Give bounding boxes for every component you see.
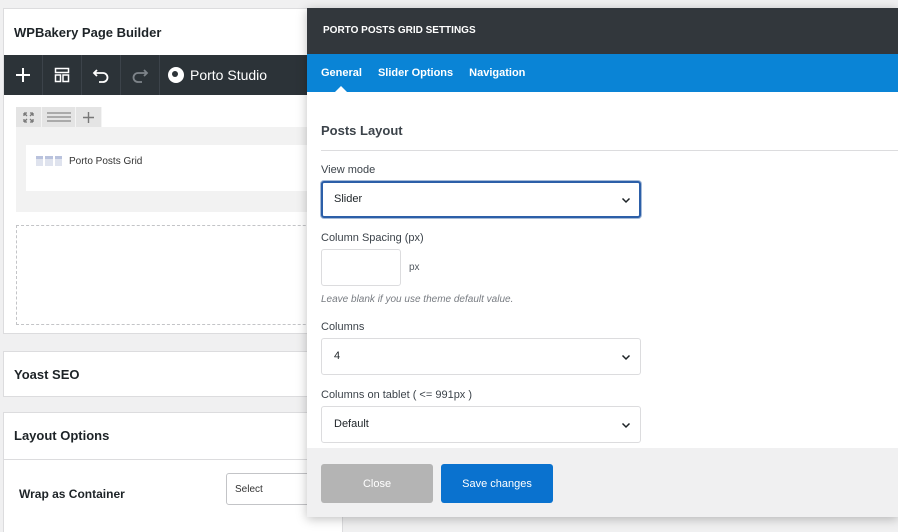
plus-icon: [83, 111, 94, 123]
layout-options-panel: Layout Options Wrap as Container Select: [3, 412, 346, 532]
divider: [321, 150, 898, 151]
modal-footer: Close Save changes: [307, 448, 898, 517]
column-spacing-input[interactable]: [321, 249, 401, 286]
chevron-down-icon: [621, 197, 631, 204]
save-changes-button[interactable]: Save changes: [441, 464, 553, 503]
move-icon: [23, 111, 34, 123]
redo-icon: [132, 69, 149, 83]
row-layout-button[interactable]: [42, 107, 76, 127]
tab-slider-options[interactable]: Slider Options: [370, 54, 461, 92]
columns-label: Columns: [321, 321, 365, 333]
porto-posts-grid-element[interactable]: Porto Posts Grid: [26, 145, 336, 191]
layout-icon: [54, 67, 70, 83]
column-spacing-unit: px: [409, 262, 420, 273]
settings-modal: PORTO POSTS GRID SETTINGS General Slider…: [307, 8, 898, 517]
layout-options-title: Layout Options: [14, 428, 110, 443]
columns-tablet-select[interactable]: Default: [321, 406, 641, 443]
divider: [4, 459, 342, 460]
builder-row: Porto Posts Grid: [16, 127, 346, 212]
modal-title: PORTO POSTS GRID SETTINGS: [307, 8, 898, 54]
undo-button[interactable]: [82, 55, 121, 95]
columns-tablet-value: Default: [334, 418, 369, 430]
section-title: Posts Layout: [321, 123, 403, 138]
menu-lines-icon: [46, 112, 71, 122]
add-element-button[interactable]: [4, 55, 43, 95]
redo-button[interactable]: [121, 55, 160, 95]
view-mode-select[interactable]: Slider: [321, 181, 641, 218]
row-controls: [16, 107, 102, 127]
chevron-down-icon: [621, 354, 631, 361]
tab-navigation[interactable]: Navigation: [461, 54, 533, 92]
close-button[interactable]: Close: [321, 464, 433, 503]
modal-body: Posts Layout View mode Slider Column Spa…: [307, 92, 898, 448]
posts-grid-icon: [36, 156, 62, 166]
wpbakery-title: WPBakery Page Builder: [14, 25, 162, 40]
porto-studio-icon: [168, 67, 184, 83]
plus-icon: [16, 68, 30, 82]
wrap-container-label: Wrap as Container: [19, 487, 125, 501]
porto-studio-button[interactable]: Porto Studio: [160, 55, 267, 95]
porto-studio-label: Porto Studio: [190, 67, 268, 83]
chevron-down-icon: [621, 422, 631, 429]
columns-value: 4: [334, 350, 341, 362]
columns-tablet-label: Columns on tablet ( <= 991px ): [321, 389, 473, 401]
tab-general[interactable]: General: [313, 54, 370, 92]
column-spacing-hint: Leave blank if you use theme default val…: [321, 294, 514, 305]
view-mode-value: Slider: [334, 193, 363, 205]
add-element-dropzone[interactable]: [16, 225, 346, 325]
element-label: Porto Posts Grid: [69, 155, 143, 167]
view-mode-label: View mode: [321, 164, 376, 176]
yoast-panel[interactable]: Yoast SEO: [3, 351, 343, 397]
builder-toolbar: Porto Studio: [4, 55, 342, 95]
modal-tabs: General Slider Options Navigation: [307, 54, 898, 92]
column-spacing-label: Column Spacing (px): [321, 232, 424, 244]
row-move-handle[interactable]: [16, 107, 42, 127]
undo-icon: [92, 69, 109, 83]
templates-button[interactable]: [43, 55, 82, 95]
yoast-title: Yoast SEO: [14, 367, 80, 382]
wpbakery-panel: WPBakery Page Builder Porto Studio Porto…: [3, 8, 346, 334]
columns-select[interactable]: 4: [321, 338, 641, 375]
row-add-column-button[interactable]: [76, 107, 102, 127]
